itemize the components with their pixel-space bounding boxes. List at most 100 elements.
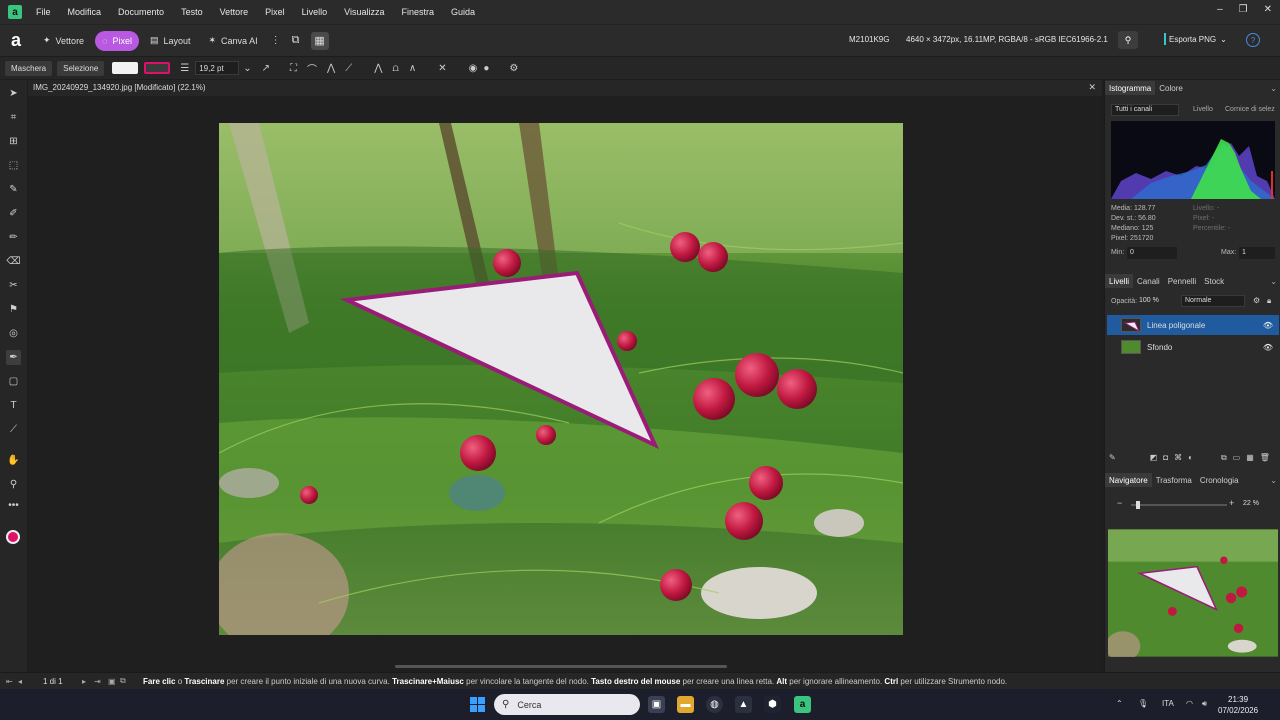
menu-pixel[interactable]: Pixel bbox=[265, 7, 285, 17]
menu-modifica[interactable]: Modifica bbox=[68, 7, 102, 17]
selection-frame-label[interactable]: Cornice di selez bbox=[1225, 106, 1275, 113]
layer-row[interactable]: Linea poligonale 👁︎ bbox=[1107, 315, 1279, 335]
question-mark-icon[interactable]: ? bbox=[1246, 33, 1260, 47]
inkscape-icon[interactable]: ▲ bbox=[735, 696, 752, 713]
tab-canali[interactable]: Canali bbox=[1133, 274, 1164, 288]
more-tools-icon[interactable]: ••• bbox=[6, 498, 21, 513]
document-tab[interactable]: IMG_20240929_134920.jpg [Modificato] (22… bbox=[28, 80, 1102, 96]
persona-vettore[interactable]: ✦ Vettore bbox=[36, 31, 91, 51]
convert-sharp-icon[interactable]: ⋀ bbox=[374, 63, 382, 74]
spread-view-icon[interactable]: ⧉ bbox=[120, 676, 126, 686]
pencil-icon[interactable]: ✏ bbox=[6, 230, 21, 245]
zoom-in-icon[interactable]: + bbox=[1229, 498, 1234, 508]
color-picker-icon[interactable]: ⟋ bbox=[6, 422, 21, 437]
tab-cronologia[interactable]: Cronologia bbox=[1196, 473, 1243, 487]
panel-menu-icon[interactable]: ⌄ bbox=[1270, 476, 1277, 485]
tab-navigatore[interactable]: Navigatore bbox=[1105, 473, 1152, 487]
fill-color-swatch[interactable] bbox=[112, 62, 139, 74]
flood-select-icon[interactable]: ✎ bbox=[6, 182, 21, 197]
menu-guida[interactable]: Guida bbox=[451, 7, 475, 17]
panel-menu-icon[interactable]: ⌄ bbox=[1270, 84, 1277, 93]
persona-canva-ai[interactable]: ✶ Canva AI bbox=[202, 31, 265, 51]
chrome-icon[interactable]: ◍ bbox=[706, 696, 723, 713]
zoom-value[interactable]: 22 % bbox=[1243, 500, 1259, 507]
text-tool-icon[interactable]: T bbox=[6, 398, 21, 413]
page-view-icon[interactable]: ▣ bbox=[108, 677, 116, 686]
crop-tool-icon[interactable]: ⌗ bbox=[6, 110, 21, 125]
chevron-up-icon[interactable]: ⌃ bbox=[1116, 699, 1123, 708]
circle-icon[interactable]: ● bbox=[483, 63, 489, 74]
language-indicator[interactable]: ITA bbox=[1162, 699, 1174, 708]
adjustment-icon[interactable]: ◩ bbox=[1150, 453, 1158, 465]
menu-livello[interactable]: Livello bbox=[302, 7, 328, 17]
max-field[interactable]: 1 bbox=[1239, 247, 1275, 259]
opacity-value[interactable]: 100 % bbox=[1139, 297, 1159, 304]
minimize-icon[interactable]: – bbox=[1217, 4, 1223, 15]
snapping-icon[interactable]: ⚲ bbox=[1118, 31, 1138, 49]
file-explorer-icon[interactable]: ▬ bbox=[677, 696, 694, 713]
persona-pixel[interactable]: ◌ Pixel bbox=[95, 30, 139, 51]
last-page-icon[interactable]: ⇥ bbox=[94, 677, 101, 686]
menu-documento[interactable]: Documento bbox=[118, 7, 164, 17]
dodge-tool-icon[interactable]: ✂ bbox=[6, 278, 21, 293]
affinity-mark-icon[interactable]: a bbox=[6, 30, 26, 51]
lock-icon[interactable]: 🔒︎ bbox=[1267, 296, 1271, 306]
volume-icon[interactable]: 🔊︎ bbox=[1202, 699, 1207, 709]
retouch-tool-icon[interactable]: ◎ bbox=[6, 326, 21, 341]
prev-page-icon[interactable]: ◂ bbox=[18, 677, 22, 686]
gear-icon[interactable]: ⚙ bbox=[509, 63, 518, 74]
layer-row[interactable]: Sfondo 👁︎ bbox=[1107, 337, 1279, 357]
move-tool-icon[interactable]: ➤ bbox=[6, 86, 21, 101]
horizontal-scrollbar[interactable] bbox=[395, 665, 727, 668]
store-icon[interactable]: ⬢ bbox=[764, 696, 781, 713]
zoom-out-icon[interactable]: − bbox=[1117, 498, 1122, 508]
frame-tool-icon[interactable]: ⊞ bbox=[6, 134, 21, 149]
mask-button[interactable]: Maschera bbox=[5, 60, 53, 76]
microphone-icon[interactable]: 🎙︎ bbox=[1138, 699, 1148, 708]
stroke-style-icon[interactable]: ☰ bbox=[180, 63, 189, 74]
convert-smooth-icon[interactable]: ⩍ bbox=[392, 63, 399, 74]
export-png-button[interactable]: Esporta PNG ⌄ bbox=[1164, 33, 1227, 45]
new-layer-icon[interactable]: ▭ bbox=[1233, 453, 1241, 465]
selection-button[interactable]: Selezione bbox=[57, 60, 105, 76]
stroke-color-swatch[interactable] bbox=[144, 62, 171, 74]
mask-layer-icon[interactable]: ◘ bbox=[1163, 453, 1168, 465]
selection-tool-icon[interactable]: ⬚ bbox=[6, 158, 21, 173]
min-field[interactable]: 0 bbox=[1127, 247, 1177, 259]
taskbar-search[interactable]: ⚲ Cerca bbox=[494, 694, 640, 715]
navigator-thumbnail[interactable] bbox=[1108, 529, 1278, 657]
trash-icon[interactable]: 🗑︎ bbox=[1260, 453, 1270, 465]
tab-livelli[interactable]: Livelli bbox=[1105, 274, 1134, 288]
windows-start-icon[interactable] bbox=[469, 696, 486, 713]
hand-tool-icon[interactable]: ✋ bbox=[6, 453, 21, 468]
close-icon[interactable]: ✕ bbox=[1088, 82, 1096, 93]
zoom-slider-knob[interactable] bbox=[1135, 501, 1140, 509]
group-icon[interactable]: ⧉ bbox=[1221, 453, 1227, 465]
grid-view-icon[interactable]: ▦ bbox=[310, 31, 329, 50]
wifi-icon[interactable]: ◠ bbox=[1186, 699, 1193, 708]
menu-vettore[interactable]: Vettore bbox=[220, 7, 249, 17]
menu-visualizza[interactable]: Visualizza bbox=[344, 7, 384, 17]
close-window-icon[interactable]: ✕ bbox=[1264, 4, 1272, 15]
primary-color-swatch[interactable] bbox=[6, 530, 20, 544]
menu-finestra[interactable]: Finestra bbox=[402, 7, 435, 17]
fx-icon[interactable]: ⌘ bbox=[1174, 453, 1182, 465]
tab-colore[interactable]: Colore bbox=[1155, 81, 1187, 95]
widgets-icon[interactable]: ▣ bbox=[648, 696, 665, 713]
paint-brush-icon[interactable]: ✐ bbox=[6, 206, 21, 221]
rectangle-tool-icon[interactable]: ▢ bbox=[6, 374, 21, 389]
affinity-logo-icon[interactable]: a bbox=[8, 5, 22, 19]
pen-tool-icon[interactable]: ✒ bbox=[6, 350, 21, 365]
next-page-icon[interactable]: ▸ bbox=[82, 677, 86, 686]
clone-stamp-icon[interactable]: ⚑ bbox=[6, 302, 21, 317]
gear-icon[interactable]: ⚙ bbox=[1253, 296, 1260, 305]
polygon-mode-icon[interactable]: ⋀ bbox=[327, 63, 335, 74]
chevron-down-icon[interactable]: ⌄ bbox=[243, 63, 251, 74]
edit-icon[interactable]: ✎ bbox=[1109, 453, 1116, 465]
tab-trasforma[interactable]: Trasforma bbox=[1152, 473, 1196, 487]
level-checkbox-label[interactable]: Livello bbox=[1193, 106, 1213, 113]
document-canvas-image[interactable] bbox=[219, 123, 903, 635]
menu-file[interactable]: File bbox=[36, 7, 51, 17]
zoom-slider[interactable] bbox=[1131, 501, 1227, 509]
channel-select[interactable]: Tutti i canali bbox=[1111, 104, 1179, 116]
